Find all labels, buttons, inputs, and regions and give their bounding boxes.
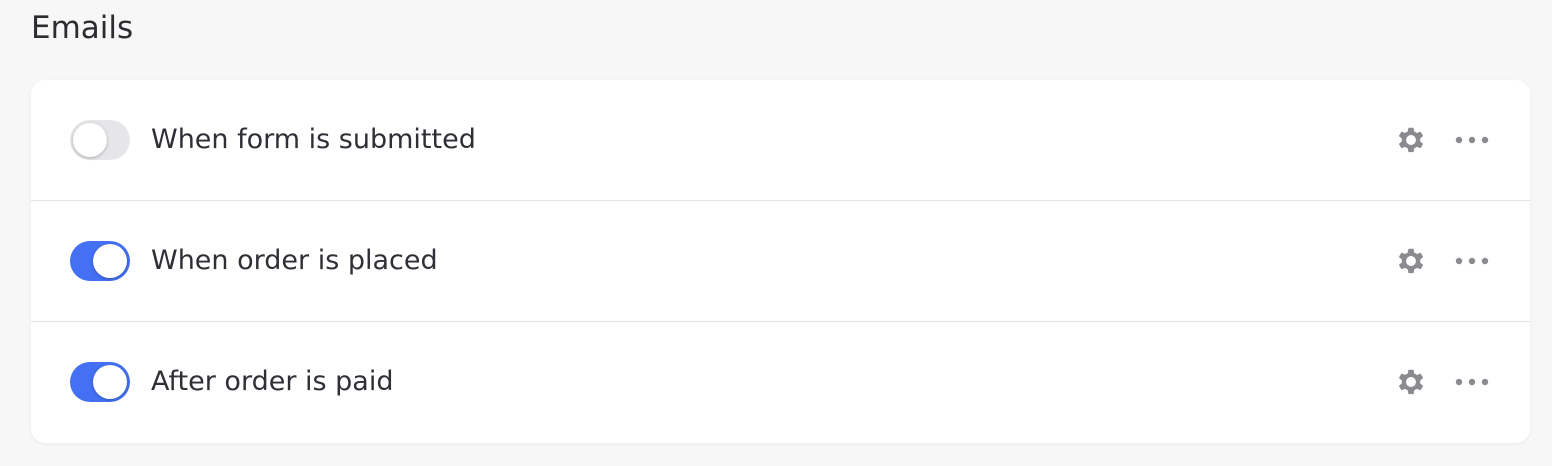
email-row-order-paid: After order is paid — [31, 322, 1530, 443]
toggle-switch[interactable] — [70, 120, 130, 160]
toggle-knob — [73, 123, 107, 157]
toggle-switch[interactable] — [70, 362, 130, 402]
more-horizontal-icon[interactable] — [1453, 128, 1491, 152]
email-row-label: After order is paid — [151, 366, 394, 397]
more-horizontal-icon[interactable] — [1453, 370, 1491, 394]
email-row-order-placed: When order is placed — [31, 201, 1530, 322]
email-row-label: When form is submitted — [151, 124, 476, 155]
gear-icon[interactable] — [1393, 243, 1429, 279]
emails-card: When form is submitted When order is pla… — [31, 80, 1530, 443]
toggle-switch[interactable] — [70, 241, 130, 281]
toggle-knob — [93, 244, 127, 278]
email-row-label: When order is placed — [151, 245, 438, 276]
more-horizontal-icon[interactable] — [1453, 249, 1491, 273]
gear-icon[interactable] — [1393, 364, 1429, 400]
section-title: Emails — [31, 10, 134, 46]
gear-icon[interactable] — [1393, 122, 1429, 158]
email-row-form-submitted: When form is submitted — [31, 80, 1530, 201]
toggle-knob — [93, 365, 127, 399]
